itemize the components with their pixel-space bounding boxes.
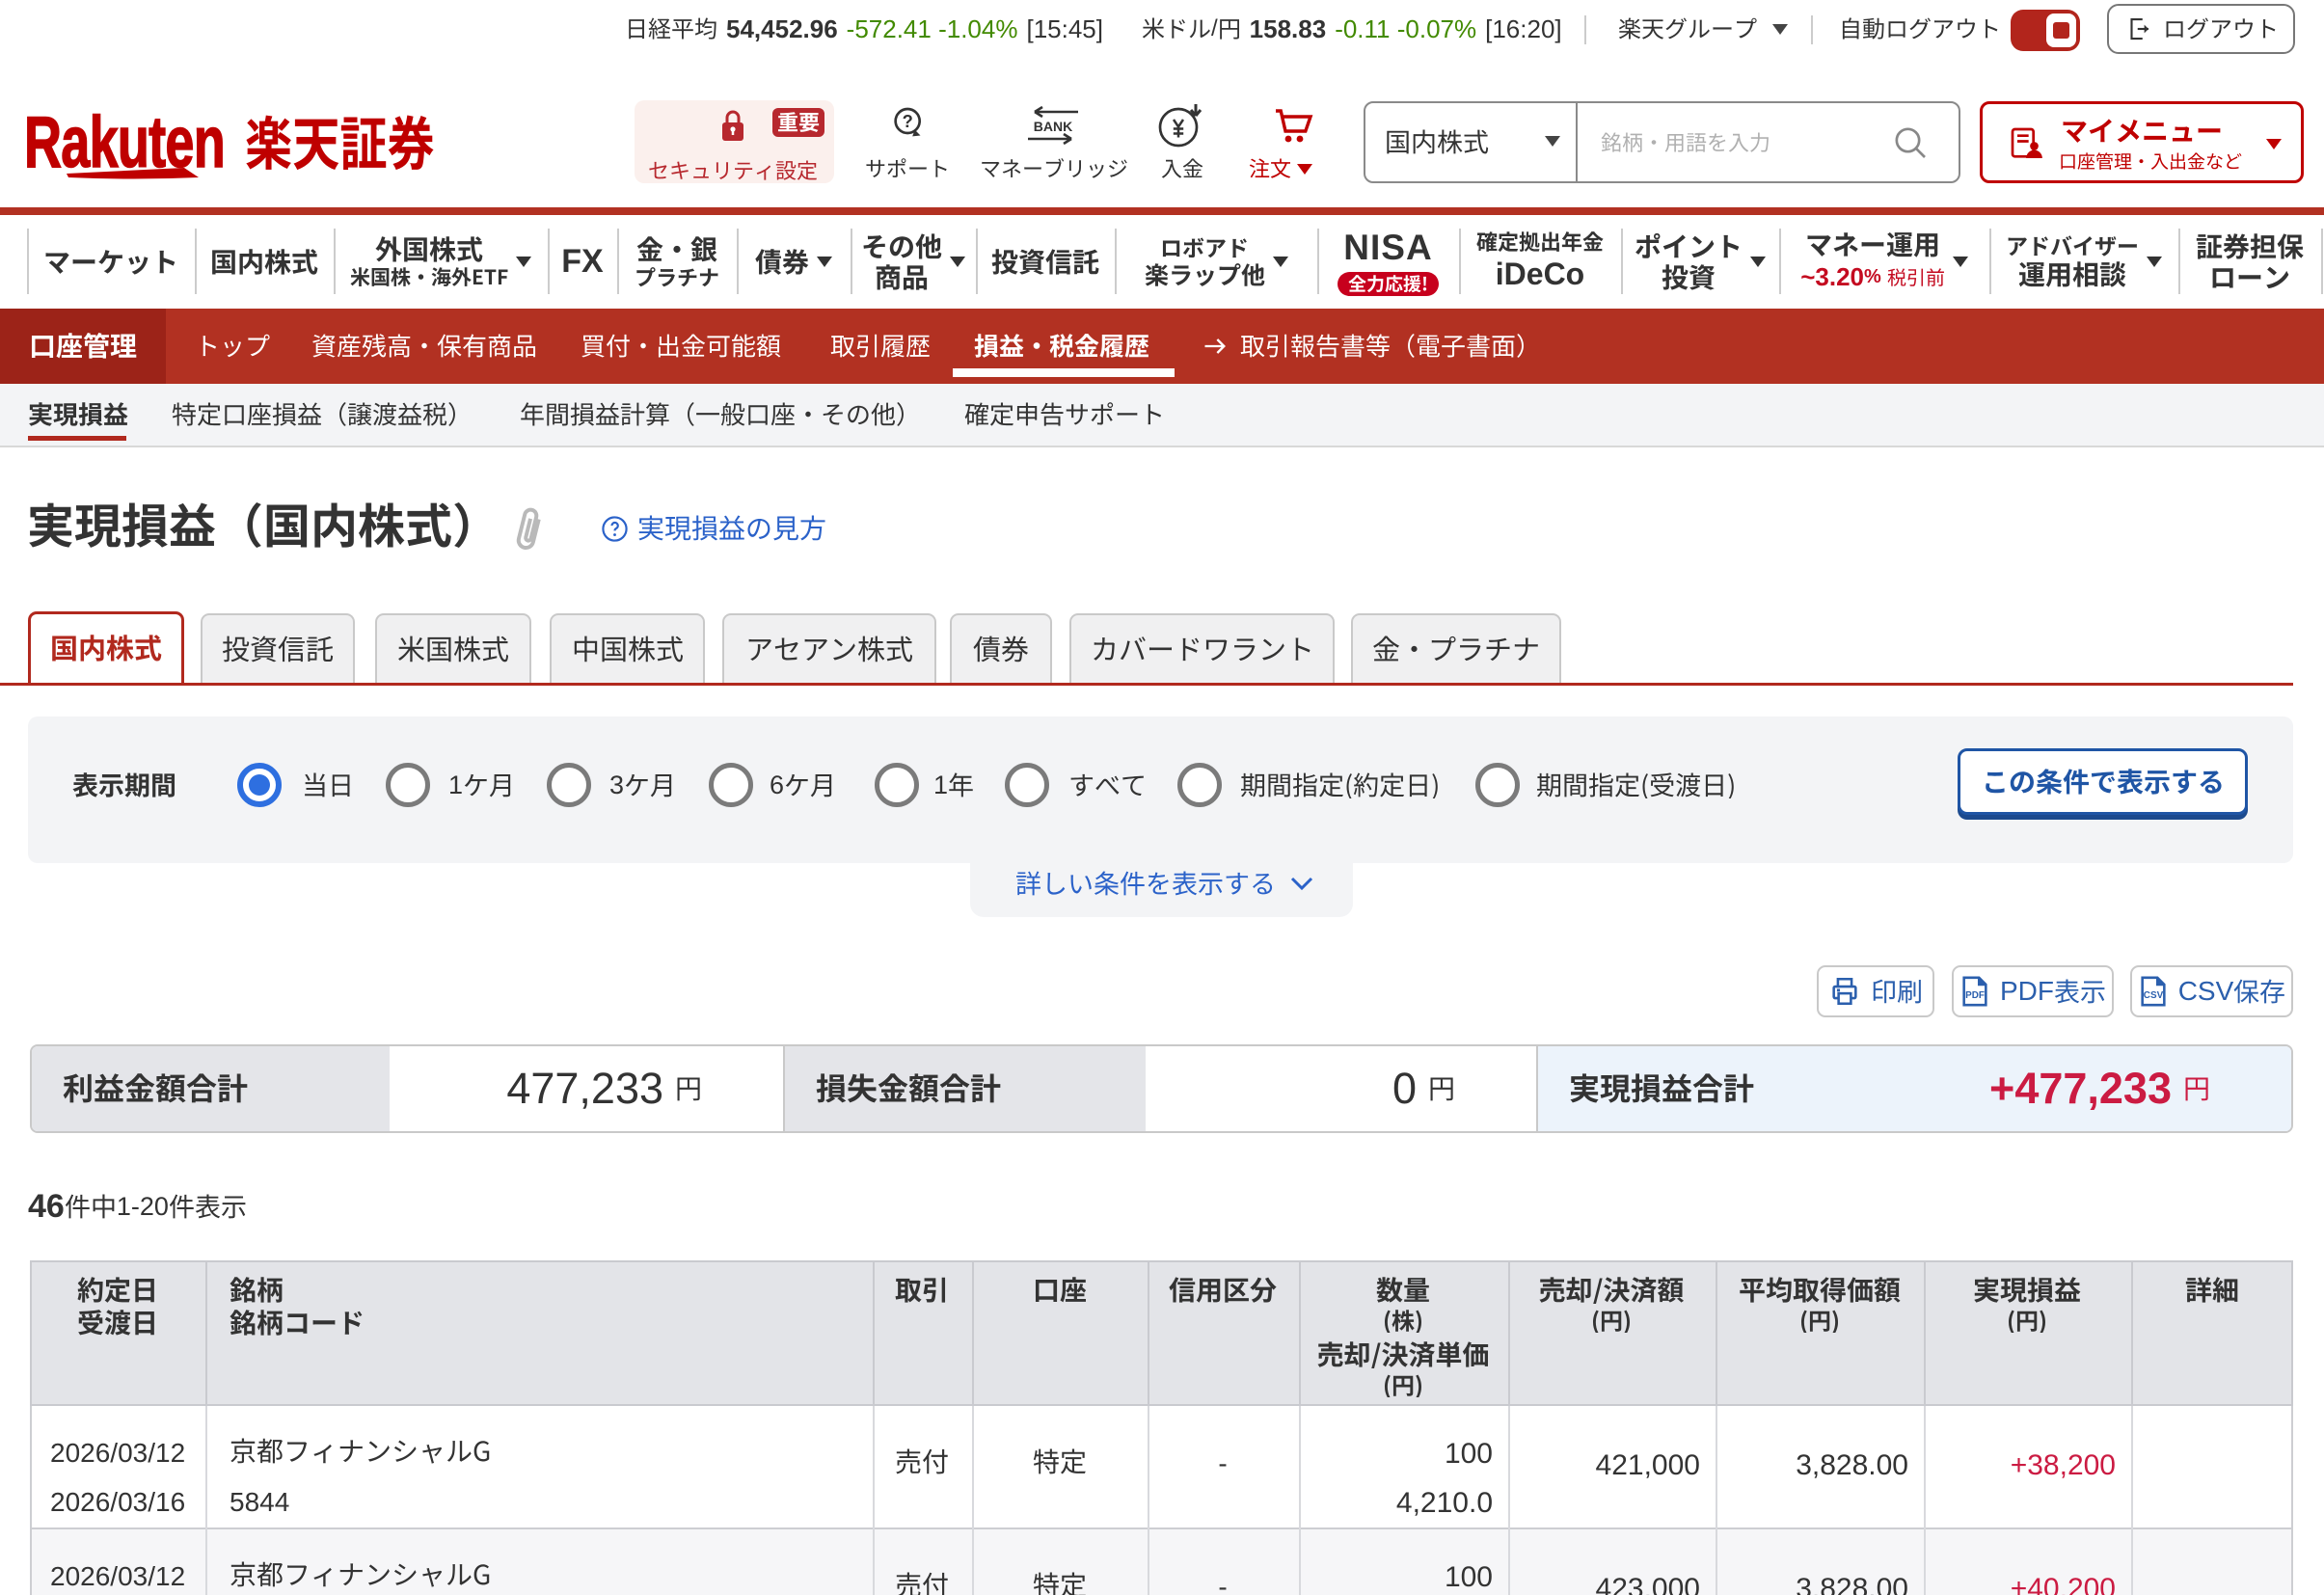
svg-text:BANK: BANK (1034, 119, 1072, 134)
svg-text:PDF: PDF (1965, 990, 1985, 1001)
svg-text:?: ? (903, 111, 913, 131)
svg-text:CSV: CSV (2144, 990, 2164, 1001)
